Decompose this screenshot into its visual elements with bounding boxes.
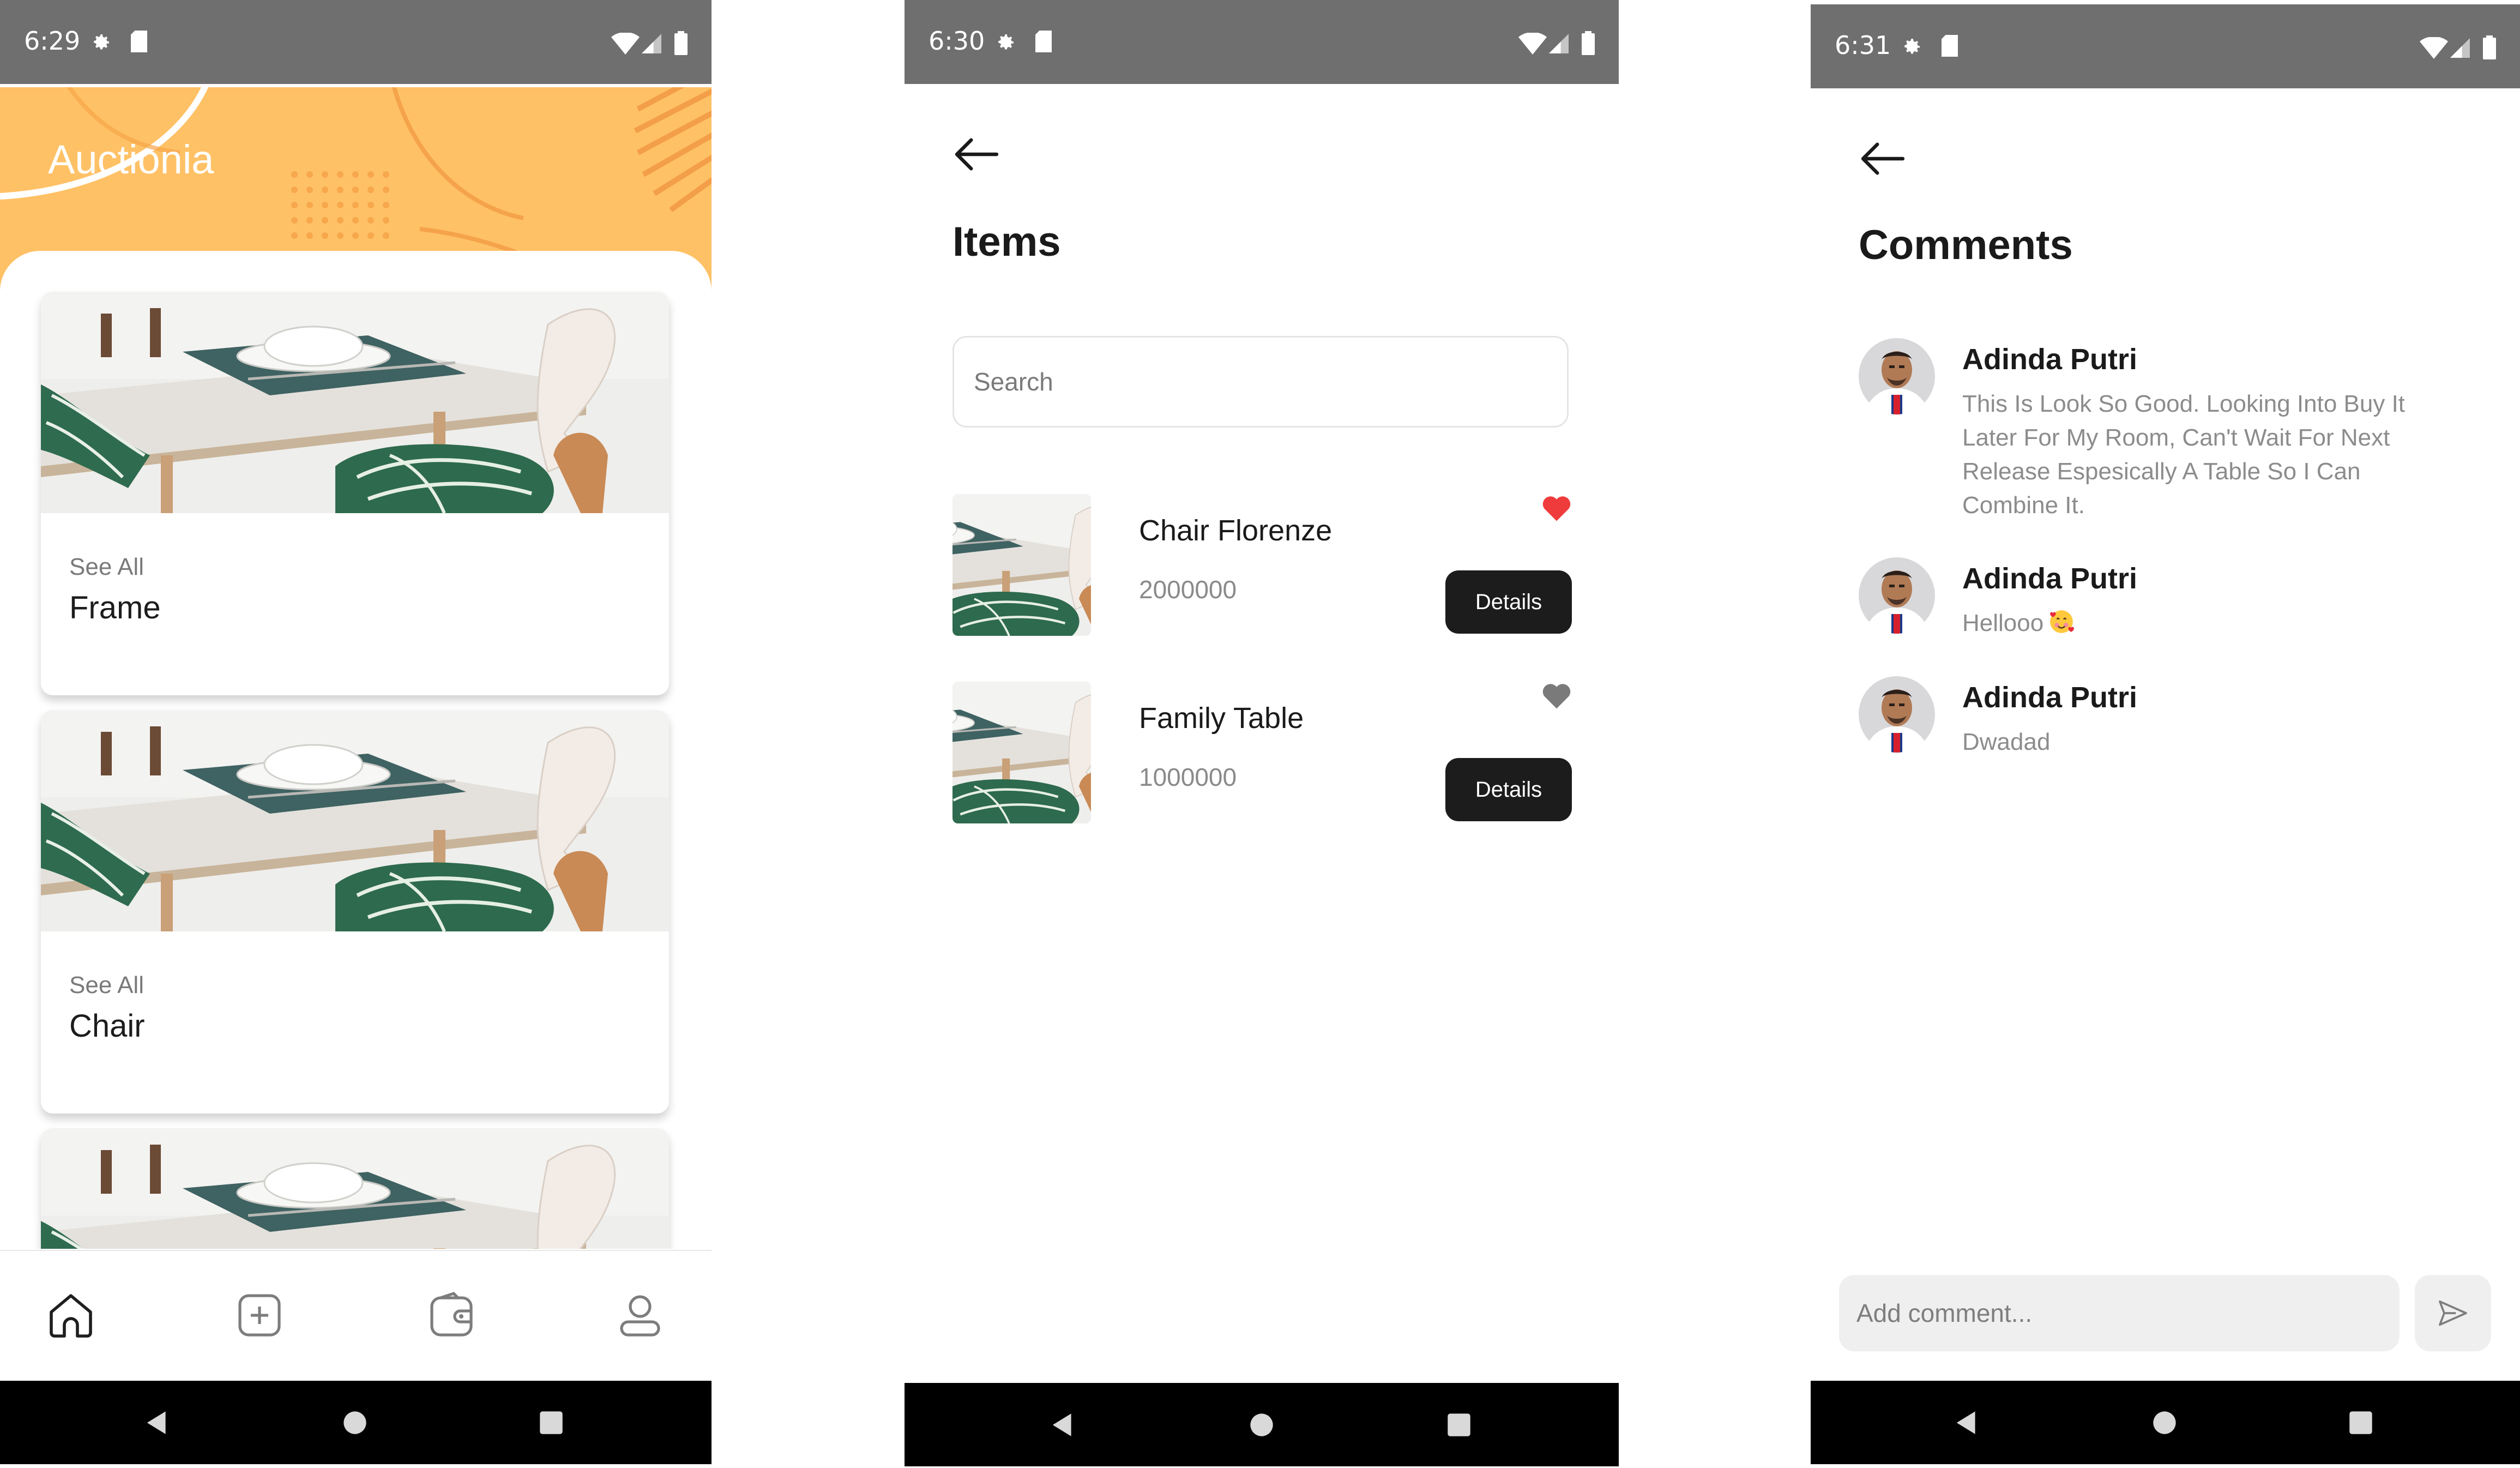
nav-home-icon[interactable] xyxy=(342,1410,367,1435)
send-icon xyxy=(2439,1300,2467,1326)
comments-screen: 6:31 Comments Adinda Putri This Is Look … xyxy=(1811,0,2520,1468)
wallet-icon[interactable] xyxy=(425,1289,478,1341)
sd-card-icon xyxy=(131,31,147,52)
nav-home-icon[interactable] xyxy=(1249,1412,1274,1437)
wifi-icon xyxy=(611,33,640,55)
status-time: 6:31 xyxy=(1835,31,1891,60)
add-square-icon[interactable] xyxy=(233,1289,286,1341)
avatar xyxy=(1859,676,1935,753)
comment-item: Adinda Putri Dwadad xyxy=(1859,676,2475,763)
item-price: 2000000 xyxy=(1139,575,1237,604)
comment-author: Adinda Putri xyxy=(1962,681,2137,714)
item-thumbnail xyxy=(952,494,1091,636)
nav-recent-icon[interactable] xyxy=(2348,1410,2373,1435)
search-input[interactable] xyxy=(952,336,1569,428)
see-all-link[interactable]: See All xyxy=(69,553,144,581)
home-screen: 6:29 Auctionia See All Frame See All Cha… xyxy=(0,0,712,1468)
settings-icon xyxy=(998,34,1014,50)
signal-icon xyxy=(642,34,661,53)
avatar xyxy=(1859,338,1935,414)
system-nav-bar xyxy=(905,1383,1619,1466)
comment-author: Adinda Putri xyxy=(1962,562,2137,595)
item-price: 1000000 xyxy=(1139,763,1237,791)
profile-icon[interactable] xyxy=(614,1289,666,1341)
comment-text-row: Hellooo xyxy=(1962,606,2453,640)
system-nav-bar xyxy=(1811,1381,2520,1464)
item-name: Chair Florenze xyxy=(1139,514,1333,547)
status-time: 6:30 xyxy=(929,26,985,56)
system-nav-bar xyxy=(0,1381,712,1464)
items-screen: 6:30 Items Chair Florenze 2000000 Detail… xyxy=(905,0,1619,1468)
comment-input[interactable] xyxy=(1839,1275,2400,1351)
category-card[interactable] xyxy=(41,1128,669,1249)
settings-icon xyxy=(94,34,109,50)
category-card[interactable]: See All Chair xyxy=(41,710,669,1114)
list-item[interactable]: Chair Florenze 2000000 Details xyxy=(952,494,1572,636)
avatar xyxy=(1859,557,1935,634)
comment-item: Adinda Putri Hellooo xyxy=(1859,557,2475,645)
see-all-link[interactable]: See All xyxy=(69,972,144,999)
wifi-icon xyxy=(2420,37,2448,59)
smiling-hearts-emoji-icon xyxy=(2050,610,2075,633)
comment-text: Hellooo xyxy=(1962,610,2044,636)
category-name: Chair xyxy=(69,1008,145,1044)
app-title: Auctionia xyxy=(48,137,214,182)
status-time: 6:29 xyxy=(24,26,81,56)
bottom-tab-bar xyxy=(0,1250,712,1382)
category-image xyxy=(41,710,669,931)
heart-icon[interactable] xyxy=(1541,682,1572,710)
status-bar: 6:30 xyxy=(905,0,1619,84)
nav-back-icon[interactable] xyxy=(1952,1409,1981,1437)
sd-card-icon xyxy=(1942,35,1958,57)
settings-icon xyxy=(1904,39,1920,54)
category-name: Frame xyxy=(69,590,161,625)
status-bar: 6:29 xyxy=(0,0,712,84)
nav-home-icon[interactable] xyxy=(2152,1410,2177,1435)
item-thumbnail xyxy=(952,682,1091,823)
battery-icon xyxy=(674,31,688,55)
signal-icon xyxy=(2450,38,2470,58)
list-item[interactable]: Family Table 1000000 Details xyxy=(952,682,1572,823)
nav-back-icon[interactable] xyxy=(1048,1411,1077,1439)
back-arrow-icon[interactable] xyxy=(1858,140,1907,178)
page-title: Comments xyxy=(1859,222,2073,268)
back-arrow-icon[interactable] xyxy=(951,135,1000,173)
item-name: Family Table xyxy=(1139,702,1304,735)
category-image xyxy=(41,292,669,513)
comment-item: Adinda Putri This Is Look So Good. Looki… xyxy=(1859,338,2475,524)
signal-icon xyxy=(1549,34,1569,53)
send-button[interactable] xyxy=(2415,1275,2491,1351)
nav-recent-icon[interactable] xyxy=(539,1410,564,1435)
details-button[interactable]: Details xyxy=(1445,570,1572,634)
home-icon[interactable] xyxy=(45,1289,97,1341)
wifi-icon xyxy=(1518,33,1547,55)
comment-text: Dwadad xyxy=(1962,729,2051,755)
battery-icon xyxy=(1582,31,1595,55)
status-bar: 6:31 xyxy=(1811,4,2520,88)
category-image xyxy=(41,1128,669,1249)
heart-icon[interactable] xyxy=(1541,494,1572,522)
nav-recent-icon[interactable] xyxy=(1446,1412,1472,1437)
comment-text: This Is Look So Good. Looking Into Buy I… xyxy=(1962,390,2406,519)
category-list: See All Frame See All Chair xyxy=(0,251,712,1249)
sd-card-icon xyxy=(1035,31,1052,52)
details-button[interactable]: Details xyxy=(1445,758,1572,821)
page-title: Items xyxy=(952,219,1061,265)
category-card[interactable]: See All Frame xyxy=(41,292,669,695)
comment-author: Adinda Putri xyxy=(1962,343,2137,376)
nav-back-icon[interactable] xyxy=(143,1409,171,1437)
battery-icon xyxy=(2483,35,2496,59)
